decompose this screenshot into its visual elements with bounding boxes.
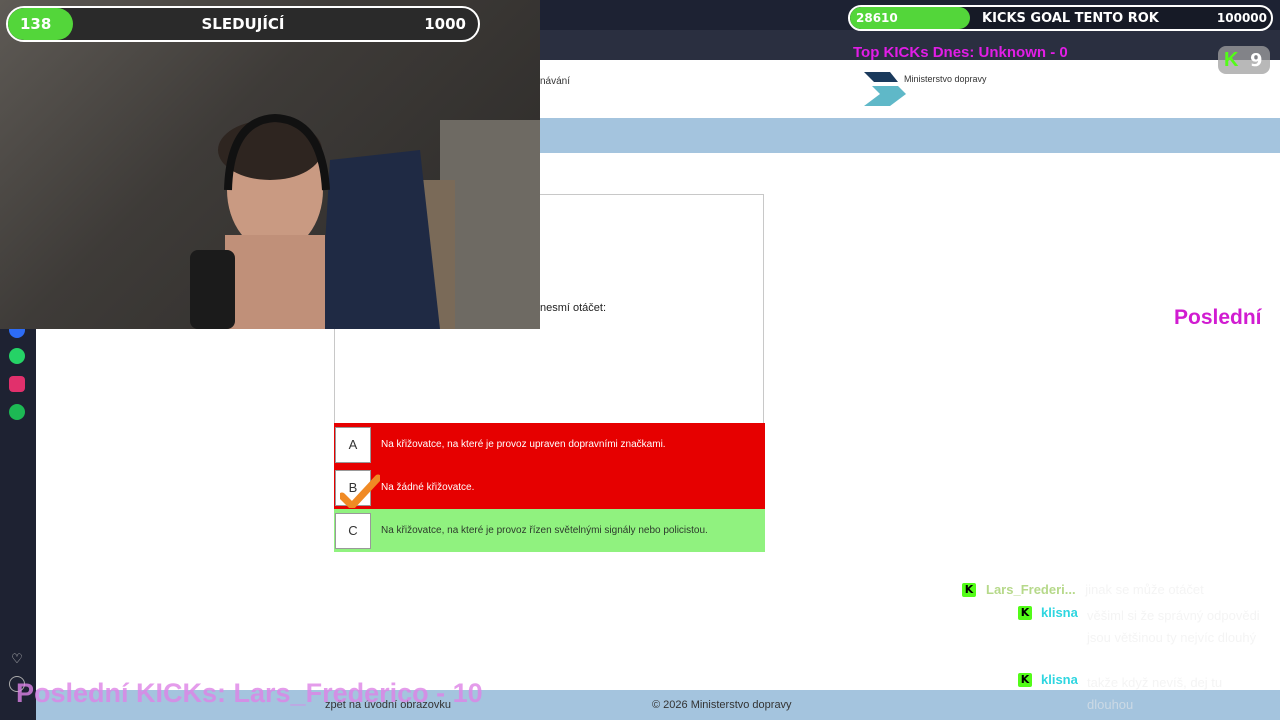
kicks-goal-bar: 28610 KICKS GOAL TENTO ROK 100000 bbox=[848, 5, 1273, 31]
chat-message: Lars_Frederi... jinak se může otáčet bbox=[986, 582, 1204, 597]
streamer-silhouette bbox=[190, 113, 540, 329]
header-nav-item[interactable]: návání bbox=[540, 76, 570, 87]
footer-copyright: © 2026 Ministerstvo dopravy bbox=[652, 699, 792, 711]
last-kicks-ticker: Poslední KICKs: Lars_Frederico - 10 bbox=[16, 678, 483, 708]
kick-chat-badge-icon: K bbox=[1018, 606, 1032, 620]
kicks-current: 28610 bbox=[856, 11, 898, 25]
answer-c[interactable]: C Na křižovatce, na které je provoz říze… bbox=[334, 509, 765, 552]
ministry-logo-icon bbox=[864, 72, 906, 106]
chat-text: jinak se může otáčet bbox=[1085, 582, 1204, 597]
top-kicks-today: Top KICKs Dnes: Unknown - 0 bbox=[853, 44, 1068, 61]
answer-letter: A bbox=[335, 426, 371, 463]
ministry-logo-text: Ministerstvo dopravy bbox=[904, 74, 987, 84]
answer-b[interactable]: B Na žádné křižovatce. bbox=[334, 466, 765, 509]
answer-text: Na křižovatce, na které je provoz uprave… bbox=[381, 439, 666, 450]
followers-goal: 1000 bbox=[424, 15, 466, 33]
spotify-icon[interactable] bbox=[9, 404, 25, 420]
kicks-goal-target: 100000 bbox=[1216, 11, 1267, 25]
kick-chat-badge-icon: K bbox=[962, 583, 976, 597]
kick-viewer-count: 9 bbox=[1250, 50, 1263, 71]
last-kicks-ticker-right: Poslední bbox=[1174, 306, 1262, 329]
kick-chat-badge-icon: K bbox=[1018, 673, 1032, 687]
chat-username: klisna bbox=[1041, 672, 1078, 687]
answer-a[interactable]: A Na křižovatce, na které je provoz upra… bbox=[334, 423, 765, 466]
answer-text: Na žádné křižovatce. bbox=[381, 482, 475, 493]
answer-text: Na křižovatce, na které je provoz řízen … bbox=[381, 525, 708, 536]
whatsapp-icon[interactable] bbox=[9, 348, 25, 364]
chat-text: takže když nevíš, dej tu dlouhou bbox=[1087, 675, 1223, 712]
heart-icon[interactable]: ♡ bbox=[9, 652, 25, 668]
instagram-icon[interactable] bbox=[9, 376, 25, 392]
kick-logo-icon: K bbox=[1224, 49, 1239, 71]
followers-goal-bar: SLEDUJÍCÍ 138 1000 bbox=[6, 6, 480, 42]
chat-username: Lars_Frederi... bbox=[986, 582, 1076, 597]
webcam-feed bbox=[0, 0, 540, 329]
chat-text: věšiml si že správný odpovědi jsou větši… bbox=[1087, 608, 1260, 645]
answer-letter: C bbox=[335, 512, 371, 549]
checkmark-icon bbox=[340, 474, 380, 508]
kicks-goal-label: KICKS GOAL TENTO ROK bbox=[982, 11, 1159, 26]
followers-label: SLEDUJÍCÍ bbox=[201, 15, 285, 33]
question-text: nesmí otáčet: bbox=[540, 302, 607, 314]
chat-username: klisna bbox=[1041, 605, 1078, 620]
followers-current: 138 bbox=[20, 15, 52, 33]
kick-viewer-badge: K 9 bbox=[1218, 46, 1270, 74]
